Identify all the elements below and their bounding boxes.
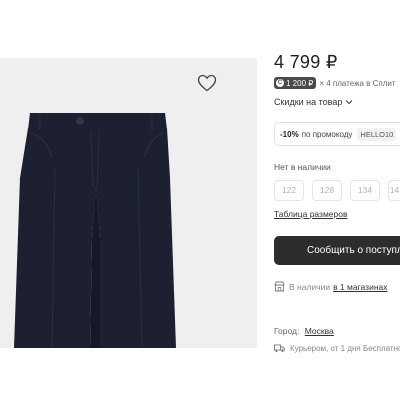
city-link[interactable]: Москва — [305, 326, 334, 336]
delivery-text: Курьером, от 1 дня Бесплатно — [290, 344, 400, 353]
city-selector: Город: Москва — [274, 326, 334, 336]
store-availability: В наличии в 1 магазинах — [274, 280, 388, 293]
stock-status: Нет в наличии — [274, 162, 331, 172]
promo-text: по промокоду — [301, 129, 353, 139]
split-payment-info[interactable]: C 1 200 ₽ × 4 платежа в Сплит — [274, 76, 396, 90]
size-table-link[interactable]: Таблица размеров — [274, 209, 348, 219]
stores-prefix: В наличии — [289, 281, 331, 292]
product-price: 4 799 ₽ — [274, 52, 338, 72]
size-option[interactable]: 128 — [312, 180, 342, 201]
promo-code[interactable]: HELLO10 — [357, 127, 397, 141]
split-logo-icon: C — [276, 79, 284, 87]
heart-icon[interactable] — [197, 74, 217, 92]
discounts-label: Скидки на товар — [274, 97, 343, 107]
shop-icon — [274, 281, 285, 292]
split-amount: 1 200 ₽ — [286, 78, 314, 88]
discounts-dropdown[interactable]: Скидки на товар — [274, 97, 353, 107]
truck-icon — [274, 344, 285, 353]
size-option[interactable]: 122 — [274, 180, 304, 201]
product-image[interactable] — [0, 58, 257, 348]
size-option[interactable]: 14 — [388, 180, 400, 201]
notify-button[interactable]: Сообщить о поступле — [274, 236, 400, 265]
city-label: Город: — [274, 326, 300, 336]
promo-percent: -10% — [280, 129, 299, 139]
size-option[interactable]: 134 — [350, 180, 380, 201]
stores-link[interactable]: в 1 магазинах — [333, 282, 387, 292]
split-text: × 4 платежа в Сплит — [319, 78, 396, 88]
delivery-option: Курьером, от 1 дня Бесплатно — [274, 344, 400, 353]
split-badge: C 1 200 ₽ — [274, 77, 317, 89]
chevron-down-icon — [346, 100, 353, 105]
promo-box: -10% по промокоду HELLO10 — [274, 122, 400, 146]
trousers-image — [14, 113, 176, 348]
